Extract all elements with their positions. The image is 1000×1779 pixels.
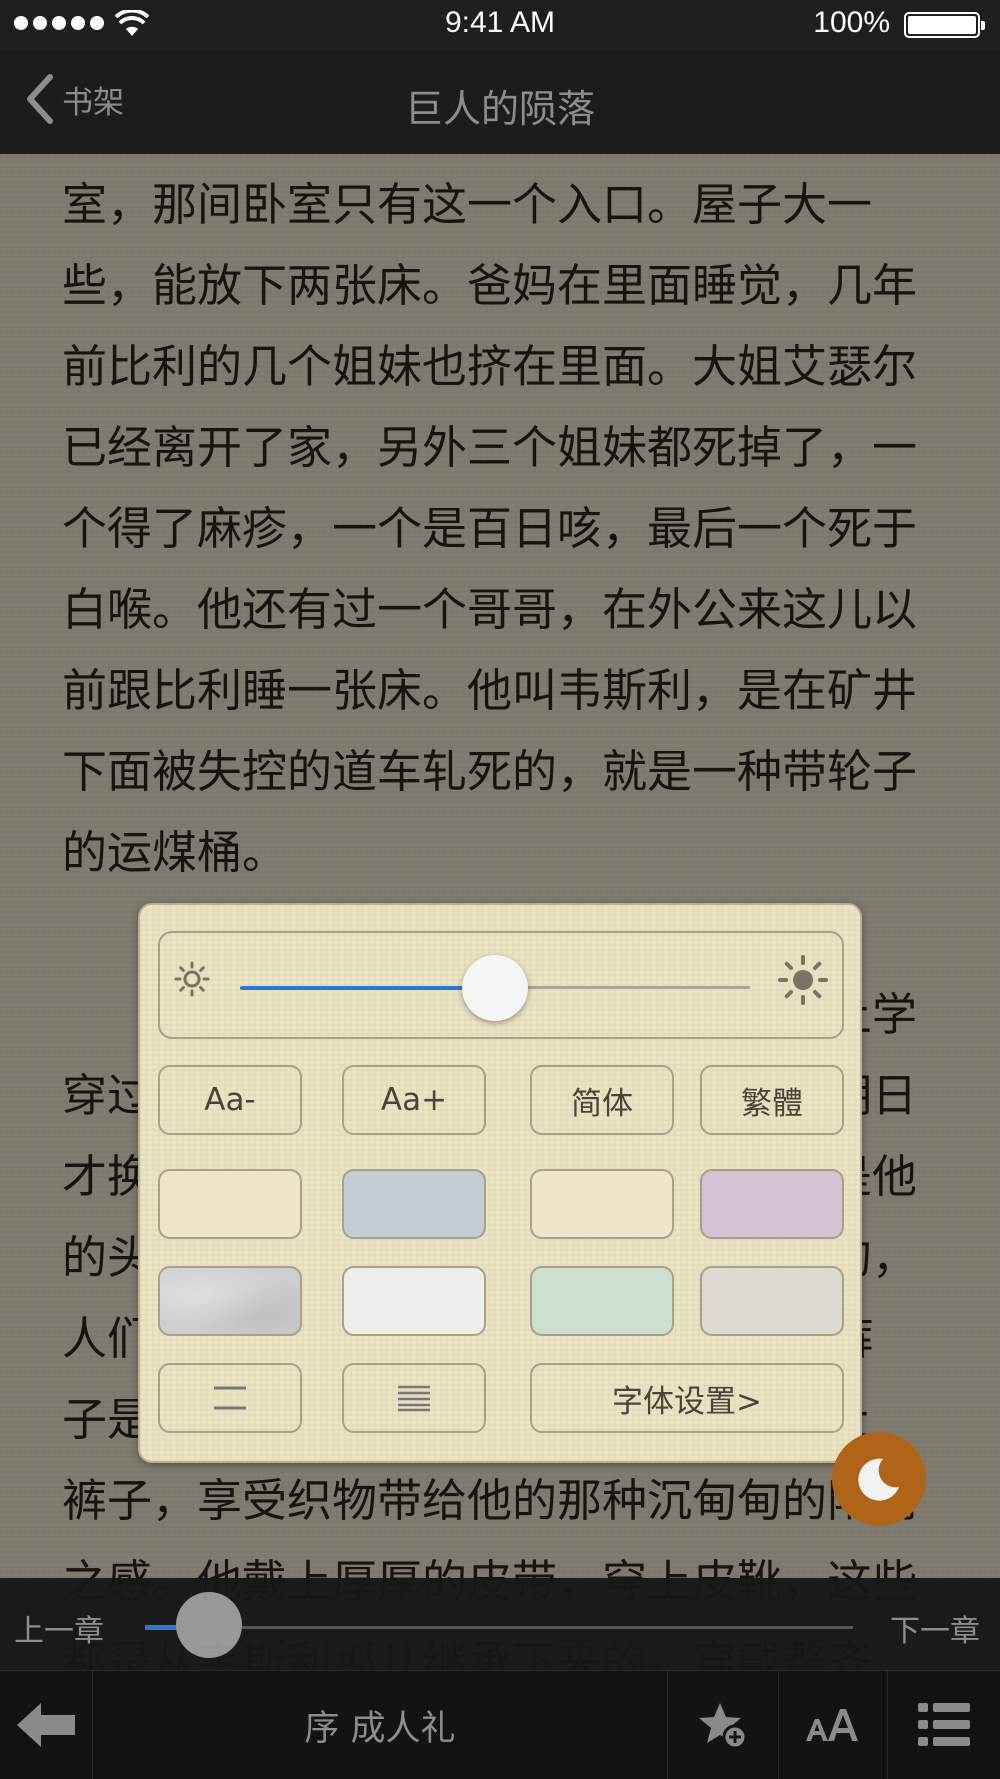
brightness-low-icon [174,961,210,997]
font-settings-button[interactable]: 字体设置> [530,1363,844,1433]
next-chapter-button[interactable]: 下一章 [890,1606,980,1650]
brightness-track-filled [240,986,495,990]
battery-icon [904,12,985,38]
font-increase-button[interactable]: Aa+ [342,1065,486,1135]
theme-swatch[interactable] [700,1266,844,1336]
wide-line-spacing-button[interactable] [158,1363,302,1433]
font-size-icon [806,1709,858,1741]
theme-swatch[interactable] [530,1169,674,1239]
bottom-toolbar: 序 成人礼 [0,1670,1000,1779]
night-mode-button[interactable] [832,1432,926,1526]
add-bookmark-button[interactable] [668,1671,778,1779]
theme-swatch[interactable] [530,1266,674,1336]
reading-settings-panel: Aa- Aa+ 简体 繁體 字体设置> [138,903,862,1463]
font-decrease-button[interactable]: Aa- [158,1065,302,1135]
exit-reader-button[interactable] [0,1671,92,1779]
theme-swatch[interactable] [342,1169,486,1239]
theme-swatch[interactable] [700,1169,844,1239]
arrow-left-icon [17,1703,75,1747]
star-add-icon [699,1703,748,1750]
status-bar: 9:41 AM 100% [0,0,1000,50]
brightness-track[interactable] [495,986,750,989]
list-icon [918,1703,970,1746]
progress-slider-thumb[interactable] [175,1592,242,1658]
chapter-progress-bar: 上一章 下一章 [0,1578,1000,1670]
moon-icon [858,1458,899,1501]
current-chapter-label[interactable]: 序 成人礼 [93,1671,667,1779]
book-title: 巨人的陨落 [404,87,595,131]
narrow-line-spacing-icon [398,1385,430,1412]
theme-swatch[interactable] [158,1266,302,1336]
brightness-control [158,931,844,1039]
nav-bar: 书架 巨人的陨落 [0,50,1000,154]
narrow-line-spacing-button[interactable] [342,1363,486,1433]
traditional-chinese-button[interactable]: 繁體 [700,1065,844,1135]
progress-track[interactable] [145,1626,853,1629]
brightness-slider-thumb[interactable] [462,955,528,1021]
wide-line-spacing-icon [214,1386,246,1410]
brightness-high-icon [778,955,828,1005]
theme-swatch[interactable] [158,1169,302,1239]
battery-percent: 100% [813,6,890,39]
font-size-button[interactable] [779,1671,887,1779]
theme-swatch[interactable] [342,1266,486,1336]
table-of-contents-button[interactable] [888,1671,1000,1779]
previous-chapter-button[interactable]: 上一章 [14,1606,104,1650]
simplified-chinese-button[interactable]: 简体 [530,1065,674,1135]
